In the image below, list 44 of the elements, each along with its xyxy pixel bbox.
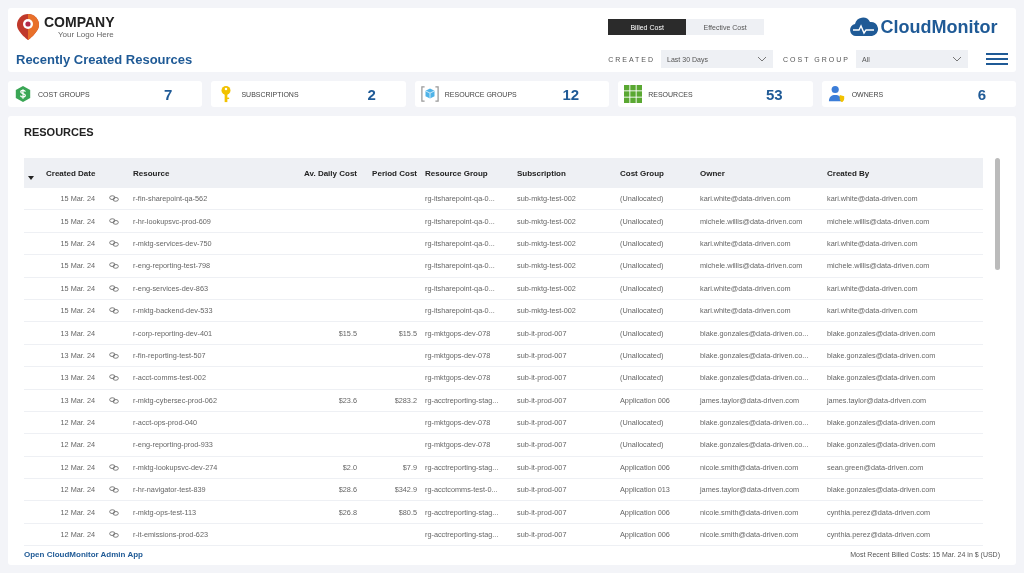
section-title: RESOURCES [24, 126, 95, 140]
dollar-hexagon-icon [14, 85, 32, 103]
column-header[interactable]: Resource Group [421, 168, 513, 178]
grid-icon [624, 85, 643, 103]
page-title: Recently Created Resources [16, 51, 194, 67]
link-icon[interactable] [109, 374, 119, 382]
cloud-pulse-icon [848, 17, 879, 37]
link-icon[interactable] [109, 396, 119, 404]
column-header[interactable]: Created By [823, 168, 973, 178]
user-badge-icon [827, 85, 846, 103]
link-icon[interactable] [109, 262, 119, 270]
link-icon[interactable] [109, 508, 119, 516]
company-name: COMPANY [44, 15, 115, 30]
link-icon[interactable] [109, 195, 119, 203]
kpi-value: 12 [562, 85, 580, 103]
kpi-value: 6 [977, 85, 987, 103]
column-header[interactable]: Cost Group [616, 168, 696, 178]
brand-name: CloudMonitor [880, 16, 998, 38]
link-icon[interactable] [109, 284, 119, 292]
column-header[interactable]: Created Date [42, 168, 99, 178]
link-icon[interactable] [109, 486, 119, 494]
column-header[interactable]: Owner [696, 168, 823, 178]
link-icon[interactable] [109, 351, 119, 359]
link-icon[interactable] [109, 239, 119, 247]
chevron-down-icon [757, 56, 768, 62]
column-header[interactable]: Av. Daily Cost [299, 168, 361, 178]
company-tagline: Your Logo Here [58, 30, 115, 39]
kpi-value: 7 [164, 85, 173, 103]
link-icon[interactable] [109, 217, 119, 225]
column-header[interactable]: Subscription [513, 168, 616, 178]
menu-icon[interactable] [986, 53, 1008, 65]
kpi-value: 2 [367, 85, 376, 103]
column-header[interactable]: Resource [129, 168, 299, 178]
link-icon[interactable] [109, 463, 119, 471]
column-header[interactable]: Period Cost [361, 168, 421, 178]
link-icon[interactable] [109, 531, 119, 539]
scrollbar[interactable] [995, 158, 1000, 270]
chevron-down-icon [952, 56, 962, 62]
admin-app-link[interactable]: Open CloudMonitor Admin App [24, 549, 143, 559]
link-icon[interactable] [109, 307, 119, 315]
location-pin-icon [16, 13, 40, 41]
kpi-value: 53 [765, 85, 783, 103]
cube-brackets-icon [420, 85, 439, 103]
sort-icon[interactable] [28, 176, 34, 180]
